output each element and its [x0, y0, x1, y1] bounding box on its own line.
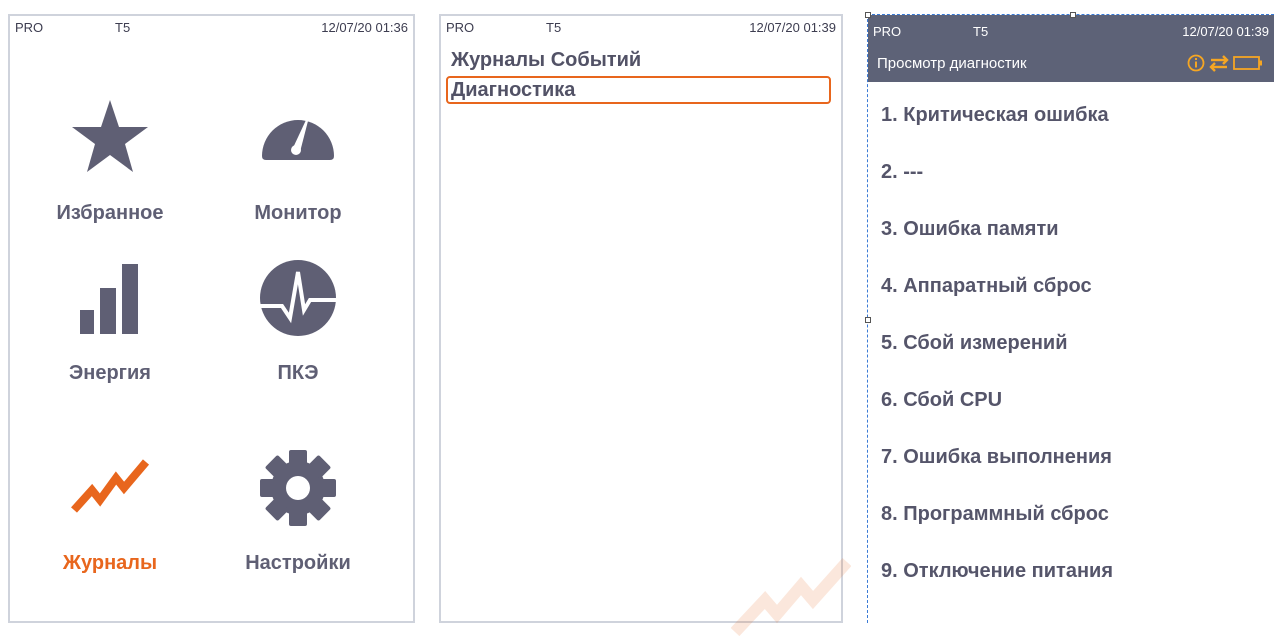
pro-indicator: PRO [873, 24, 902, 39]
tile-logs[interactable]: Журналы [30, 448, 190, 598]
tile-energy[interactable]: Энергия [30, 258, 190, 408]
tile-label: Избранное [56, 202, 164, 224]
diagnostics-screen: PRO T5 12/07/20 01:39 Просмотр диагности… [865, 12, 1274, 623]
trend-watermark-icon [731, 557, 851, 636]
datetime: 12/07/20 01:39 [1182, 24, 1269, 39]
sync-arrows-icon[interactable] [1209, 55, 1229, 72]
list-item[interactable]: 3. Ошибка памяти [881, 218, 1059, 241]
list-item[interactable]: 6. Сбой CPU [881, 389, 1002, 412]
trend-line-icon [71, 459, 150, 513]
status-bar: PRO T5 12/07/20 01:36 [10, 16, 413, 36]
list-item[interactable]: 8. Программный сброс [881, 503, 1109, 526]
resize-handle[interactable] [865, 12, 871, 18]
header-icons [1186, 53, 1266, 73]
list-item[interactable]: 1. Критическая ошибка [881, 104, 1109, 127]
tile-power-quality[interactable]: ПКЭ [218, 258, 378, 408]
pro-indicator: PRO [446, 20, 475, 35]
tile-settings[interactable]: Настройки [218, 448, 378, 598]
datetime: 12/07/20 01:36 [321, 20, 408, 35]
main-menu-screen: PRO T5 12/07/20 01:36 Избранное Монитор … [8, 14, 415, 623]
tariff-indicator: T5 [115, 20, 131, 35]
info-icon[interactable] [1187, 54, 1205, 72]
tariff-indicator: T5 [973, 24, 989, 39]
gear-icon [260, 450, 336, 526]
status-bar: PRO T5 12/07/20 01:39 [868, 15, 1274, 39]
tile-label: Энергия [69, 362, 151, 384]
logs-menu-screen: PRO T5 12/07/20 01:39 Журналы Событий Ди… [439, 14, 851, 636]
resize-handle[interactable] [1070, 12, 1076, 18]
tariff-indicator: T5 [546, 20, 562, 35]
pro-indicator: PRO [15, 20, 44, 35]
diagnostics-header: PRO T5 12/07/20 01:39 Просмотр диагности… [868, 15, 1274, 82]
menu-item-diagnostics[interactable]: Диагностика [446, 76, 831, 104]
bar-signal-icon [80, 264, 138, 334]
resize-handle[interactable] [865, 317, 871, 323]
page-title: Просмотр диагностик [877, 55, 1027, 72]
battery-icon [1233, 56, 1262, 70]
status-bar: PRO T5 12/07/20 01:39 [441, 16, 841, 36]
datetime: 12/07/20 01:39 [749, 20, 836, 35]
tile-label: Монитор [254, 202, 342, 224]
list-item[interactable]: 4. Аппаратный сброс [881, 275, 1092, 298]
heartbeat-icon [260, 260, 336, 336]
menu-item-event-logs[interactable]: Журналы Событий [446, 46, 831, 74]
tile-monitor[interactable]: Монитор [218, 98, 378, 248]
list-item[interactable]: 5. Сбой измерений [881, 332, 1068, 355]
tile-label: Настройки [245, 552, 351, 574]
star-icon [72, 100, 148, 172]
list-item[interactable]: 7. Ошибка выполнения [881, 446, 1112, 469]
list-item[interactable]: 2. --- [881, 161, 923, 184]
tile-label: ПКЭ [277, 362, 319, 384]
list-item[interactable]: 9. Отключение питания [881, 560, 1113, 583]
tile-favorites[interactable]: Избранное [30, 98, 190, 248]
tile-label: Журналы [62, 552, 158, 574]
gauge-icon [262, 120, 334, 160]
